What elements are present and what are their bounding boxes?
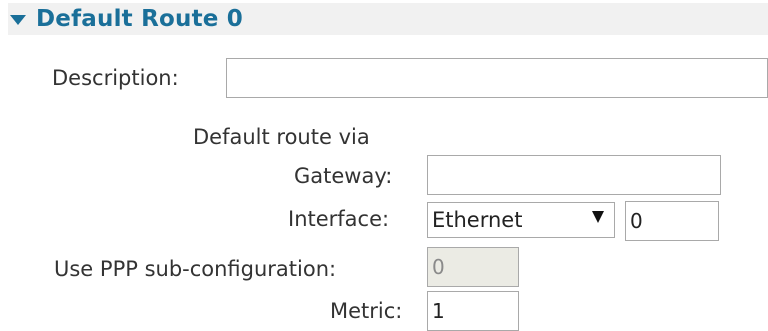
gateway-input[interactable]	[427, 155, 721, 195]
dropdown-arrow-icon	[592, 211, 604, 223]
interface-select[interactable]: Ethernet	[427, 202, 615, 238]
default-route-via-label: Default route via	[193, 125, 370, 149]
metric-label: Metric:	[330, 299, 403, 323]
metric-input[interactable]: 1	[427, 291, 519, 331]
description-label: Description:	[52, 66, 179, 90]
interface-label: Interface:	[288, 207, 390, 231]
ppp-subconfig-label: Use PPP sub-configuration:	[54, 257, 337, 281]
caret-down-icon	[10, 15, 26, 25]
ppp-subconfig-input: 0	[427, 247, 519, 287]
section-header-default-route[interactable]: Default Route 0	[8, 3, 768, 35]
description-input[interactable]	[226, 58, 768, 98]
gateway-label: Gateway:	[294, 164, 393, 188]
interface-number-input[interactable]: 0	[625, 201, 719, 241]
section-title: Default Route 0	[36, 6, 243, 32]
interface-select-value: Ethernet	[432, 208, 523, 232]
